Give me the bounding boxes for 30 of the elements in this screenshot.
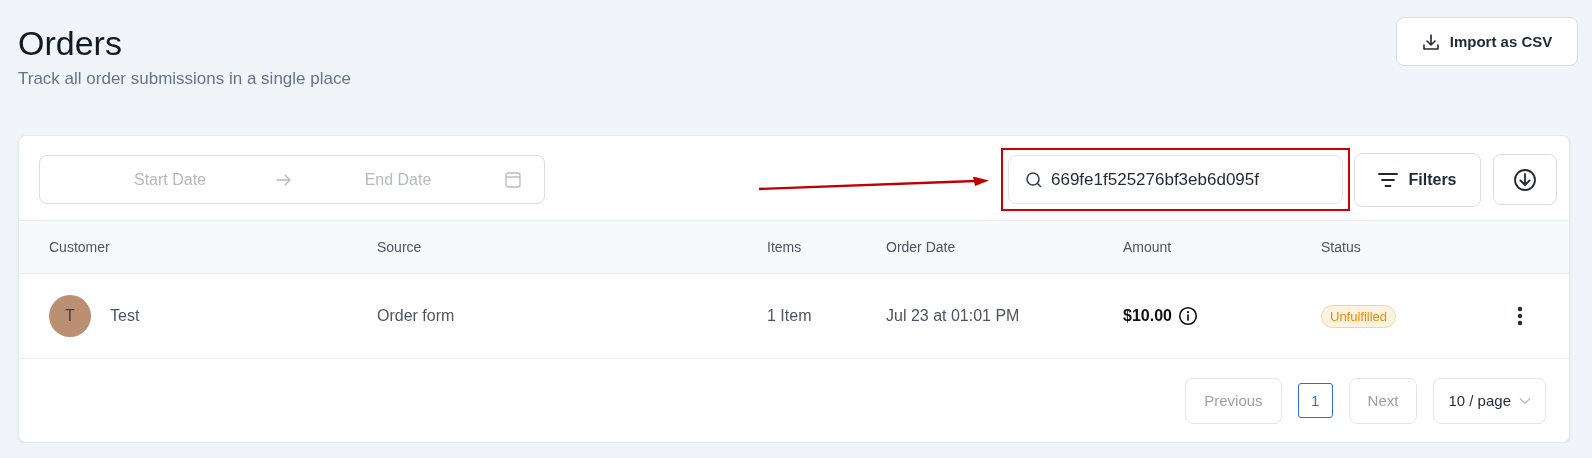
info-icon — [1177, 306, 1198, 326]
column-header: Amount — [1123, 239, 1173, 255]
column-header: Order Date — [886, 239, 957, 255]
download-icon — [1421, 32, 1440, 51]
search-icon — [1025, 170, 1043, 189]
status-badge: Unfulfilled — [1321, 304, 1397, 328]
kebab-icon — [1517, 306, 1523, 326]
arrow-right-icon — [276, 173, 292, 186]
download-button[interactable] — [1493, 154, 1557, 205]
chevron-down-icon — [1519, 396, 1531, 405]
table-cell-text: 1 Item — [767, 307, 813, 325]
table-cell-text: Jul 23 at 01:01 PM — [886, 307, 1021, 325]
column-header: Items — [767, 239, 803, 255]
filters-button[interactable]: Filters — [1354, 152, 1481, 207]
column-header: Source — [377, 239, 423, 255]
table-cell-text: Order form — [377, 307, 456, 325]
filter-icon — [1378, 171, 1399, 188]
column-header: Customer — [49, 239, 111, 255]
avatar: T — [49, 295, 91, 337]
calendar-icon — [504, 170, 522, 189]
page-button[interactable]: 1 — [1297, 383, 1333, 418]
table-cell: $10.00 — [1123, 307, 1172, 325]
search-field[interactable]: 669fe1f525276bf3eb6d095f — [1008, 155, 1343, 204]
page-subtitle: Track all order submissions in a single place — [18, 69, 351, 89]
column-header: Status — [1321, 239, 1362, 255]
table-cell: Test — [110, 307, 140, 325]
page-size-select[interactable]: 10 / page — [1433, 377, 1546, 424]
download-circle-icon — [1513, 167, 1537, 192]
page-title: Orders — [18, 23, 123, 63]
import-button[interactable]: Import as CSV — [1396, 17, 1578, 66]
